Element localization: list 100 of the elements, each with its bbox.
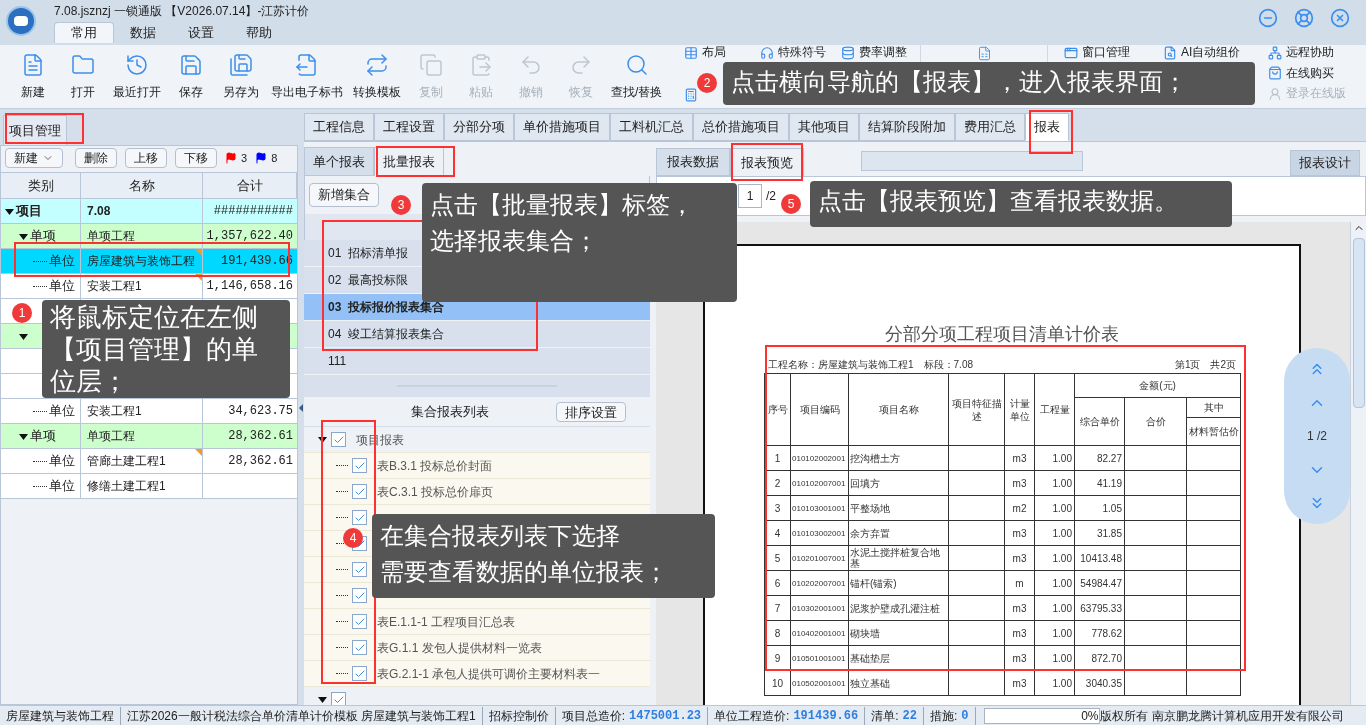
- toolbar-button[interactable]: 查找/替换: [606, 47, 668, 106]
- report-cell: 4: [764, 520, 791, 546]
- checkbox[interactable]: [352, 640, 367, 655]
- close-icon[interactable]: [1330, 8, 1350, 28]
- tree-cell[interactable]: 单项: [30, 226, 56, 246]
- report-cell: 独立基础: [848, 670, 949, 696]
- panel-button[interactable]: 上移: [125, 148, 167, 168]
- checkbox[interactable]: [352, 562, 367, 577]
- module-tab[interactable]: 其他项目: [789, 113, 859, 141]
- report-cell: [1186, 620, 1241, 646]
- report-cell: 水泥土搅拌桩复合地基: [848, 545, 949, 571]
- toolbar-button[interactable]: 转换模板: [348, 47, 406, 106]
- highlight-frame: [731, 143, 803, 181]
- tree-cell[interactable]: 单项: [30, 426, 56, 446]
- panel-tab[interactable]: 项目管理: [3, 115, 67, 145]
- report-cell: [1186, 470, 1241, 496]
- caret-icon[interactable]: [19, 431, 28, 441]
- checkbox[interactable]: [352, 666, 367, 681]
- page-number-field[interactable]: 1: [738, 184, 762, 208]
- tree-cell[interactable]: 单位: [49, 251, 75, 271]
- report-tab[interactable]: 单个报表: [304, 147, 374, 176]
- tree-cell[interactable]: 单位: [49, 451, 75, 471]
- table-cell-text: ###########: [213, 203, 293, 220]
- toolbar-button[interactable]: 在线购买: [1268, 65, 1354, 81]
- toolbar-button[interactable]: 布局: [684, 45, 756, 60]
- tree-cell[interactable]: 单位: [49, 476, 75, 496]
- checkbox[interactable]: [352, 510, 367, 525]
- module-tab[interactable]: 总价措施项目: [693, 113, 789, 141]
- report-cell: [948, 470, 1005, 496]
- report-header-cell: 项目特征描述: [948, 373, 1005, 446]
- sort-button[interactable]: 排序设置: [556, 401, 626, 422]
- table-cell-text: 单项工程: [87, 428, 135, 445]
- callout-text: 将鼠标定位在左侧: [50, 301, 259, 333]
- module-tab[interactable]: 工料机汇总: [610, 113, 693, 141]
- toolbar-button[interactable]: 特殊符号: [760, 45, 837, 60]
- tree-cell[interactable]: 单位: [49, 401, 75, 421]
- network-icon: [1268, 45, 1282, 60]
- collection-item[interactable]: 02 最高投标限: [328, 271, 408, 289]
- report-cell: 010402001001: [790, 620, 849, 646]
- add-collection-button[interactable]: 新增集合: [309, 183, 379, 207]
- convert-icon: [365, 52, 389, 77]
- module-tab[interactable]: 结算阶段附加: [859, 113, 955, 141]
- copy-icon: [419, 52, 443, 77]
- tree-cell[interactable]: 项目: [16, 201, 42, 221]
- menu-tab[interactable]: 帮助: [230, 22, 288, 43]
- checkbox[interactable]: [352, 484, 367, 499]
- menu-tab[interactable]: 常用: [54, 22, 114, 43]
- preview-tab[interactable]: 报表预览: [730, 148, 804, 176]
- table-cell-text: 34,623.75: [228, 403, 293, 420]
- toolbar-button[interactable]: 费率调整: [841, 45, 917, 60]
- report-info: 工程名称：房屋建筑与装饰工程1 标段：7.08: [768, 357, 974, 372]
- report-cell: 余方弃置: [848, 520, 949, 546]
- table-cell-text: 28,362.61: [228, 453, 293, 470]
- menu-tab[interactable]: 数据: [114, 22, 172, 43]
- preview-tab[interactable]: 报表数据: [656, 148, 730, 176]
- scrollbar[interactable]: [1350, 222, 1366, 705]
- report-cell: 010202007001: [790, 570, 849, 596]
- report-icon[interactable]: [976, 46, 992, 61]
- toolbar-button[interactable]: AI自动组价: [1163, 45, 1264, 60]
- caret-icon[interactable]: [19, 331, 28, 341]
- caret-icon[interactable]: [5, 206, 14, 216]
- folder-icon: [71, 52, 95, 77]
- report-name-field[interactable]: [861, 151, 1083, 171]
- caret-icon[interactable]: [318, 435, 327, 444]
- collection-item[interactable]: 111: [328, 352, 347, 370]
- toolbar-button[interactable]: 打开: [58, 47, 108, 106]
- checkbox[interactable]: [352, 614, 367, 629]
- menu-tab[interactable]: 设置: [172, 22, 230, 43]
- module-tab[interactable]: 工程信息: [304, 113, 374, 141]
- connector-line: [336, 673, 348, 674]
- toolbar-button[interactable]: 另存为: [216, 47, 266, 106]
- toolbar-button[interactable]: 新建: [8, 47, 58, 106]
- toolbar-button[interactable]: 最近打开: [108, 47, 166, 106]
- calculator-icon[interactable]: [684, 88, 698, 102]
- app-logo-icon[interactable]: [6, 6, 36, 36]
- module-tab[interactable]: 分部分项: [444, 113, 514, 141]
- checkbox[interactable]: [352, 458, 367, 473]
- module-tab[interactable]: 费用汇总: [955, 113, 1025, 141]
- toolbar-button[interactable]: 导出电子标书: [266, 47, 348, 106]
- panel-button[interactable]: 删除: [75, 148, 117, 168]
- checkbox[interactable]: [352, 588, 367, 603]
- flag-count: 8: [271, 150, 278, 166]
- toolbar-button[interactable]: 窗口管理: [1064, 45, 1159, 60]
- minimize-icon[interactable]: [1258, 8, 1278, 28]
- module-tab[interactable]: 单价措施项目: [514, 113, 610, 141]
- module-tab[interactable]: 报表: [1025, 113, 1069, 141]
- restore-icon[interactable]: [1294, 8, 1314, 28]
- caret-icon[interactable]: [19, 231, 28, 241]
- callout-text: 点击【批量报表】标签，: [430, 190, 695, 220]
- panel-button[interactable]: 新建: [5, 148, 63, 168]
- checkbox[interactable]: [331, 692, 346, 705]
- tree-cell[interactable]: 单位: [49, 276, 75, 296]
- report-design-button[interactable]: 报表设计: [1290, 150, 1360, 176]
- module-tab[interactable]: 工程设置: [374, 113, 444, 141]
- toolbar-button[interactable]: 远程协助: [1268, 45, 1354, 60]
- checkbox[interactable]: [331, 432, 346, 447]
- panel-button[interactable]: 下移: [175, 148, 217, 168]
- collection-item[interactable]: 01 招标清单报: [328, 244, 408, 262]
- progress-reading: 0%: [1081, 707, 1099, 725]
- toolbar-button[interactable]: 保存: [166, 47, 216, 106]
